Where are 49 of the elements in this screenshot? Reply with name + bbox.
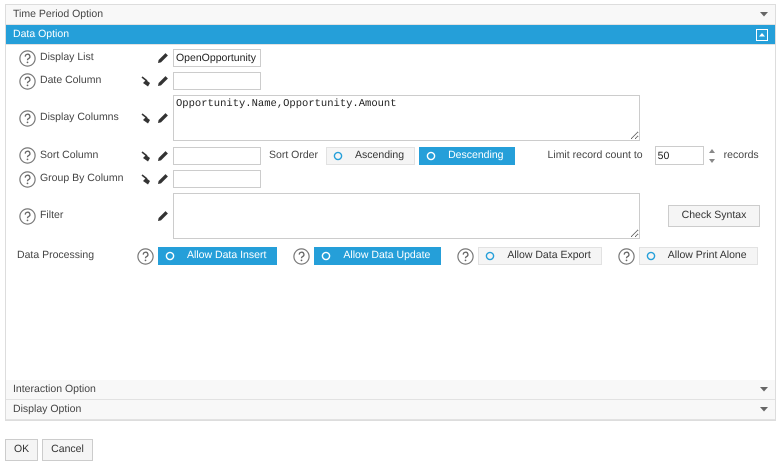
field-label: Filter [40,208,64,224]
help-icon[interactable] [293,248,310,264]
input-field[interactable] [173,170,261,188]
field-label: Sort Column [40,148,98,163]
limit-label: Limit record count to [548,148,643,163]
pencil-icon[interactable] [157,210,169,222]
toggle-button[interactable]: Allow Print Alone [638,247,758,265]
help-icon[interactable] [19,147,36,164]
toggle-button[interactable]: Allow Data Export [478,247,602,265]
input-field[interactable] [173,146,261,164]
help-icon[interactable] [19,50,36,66]
radio-icon[interactable] [485,251,496,261]
toggle-button[interactable]: Ascending [326,146,416,164]
section-header[interactable]: Time Period Option [6,5,775,25]
pencil-icon[interactable] [157,173,169,185]
pencil-icon[interactable] [157,150,169,162]
field-label: Date Column [40,73,102,88]
radio-icon[interactable] [333,150,344,160]
check-syntax-button[interactable]: Check Syntax [668,205,760,227]
input-field[interactable]: OpenOpportunity [173,49,261,67]
spinner-icon[interactable] [708,148,715,162]
pencil-icon[interactable] [157,52,169,64]
help-icon[interactable] [19,170,36,188]
caret-icon[interactable] [760,407,768,412]
collapse-icon[interactable] [756,28,768,40]
input-field[interactable] [173,72,261,90]
help-icon[interactable] [19,110,36,126]
section-header[interactable]: Display Option [6,400,775,420]
field-label: Group By Column [40,171,124,186]
unit-label: records [724,148,759,163]
help-icon[interactable] [457,248,474,264]
radio-icon[interactable] [646,251,656,261]
dialog-button[interactable]: Cancel [42,439,93,461]
number-field[interactable]: 50 [654,146,704,165]
pencil-icon[interactable] [157,75,169,87]
field-label: Display Columns [40,110,119,126]
help-icon[interactable] [618,248,635,264]
pencil-icon[interactable] [157,112,169,124]
help-icon[interactable] [19,72,36,90]
sort-order-label: Sort Order [269,148,318,163]
section-header[interactable]: Interaction Option [6,380,775,400]
field-label: Display List [40,50,94,66]
help-icon[interactable] [137,248,154,264]
help-icon[interactable] [19,208,36,224]
text-area[interactable]: Opportunity.Name,Opportunity.Amount [173,95,640,141]
caret-icon[interactable] [760,12,768,17]
data-processing-label: Data Processing [16,248,96,264]
caret-icon[interactable] [760,387,768,392]
dialog-button[interactable]: OK [5,439,38,461]
